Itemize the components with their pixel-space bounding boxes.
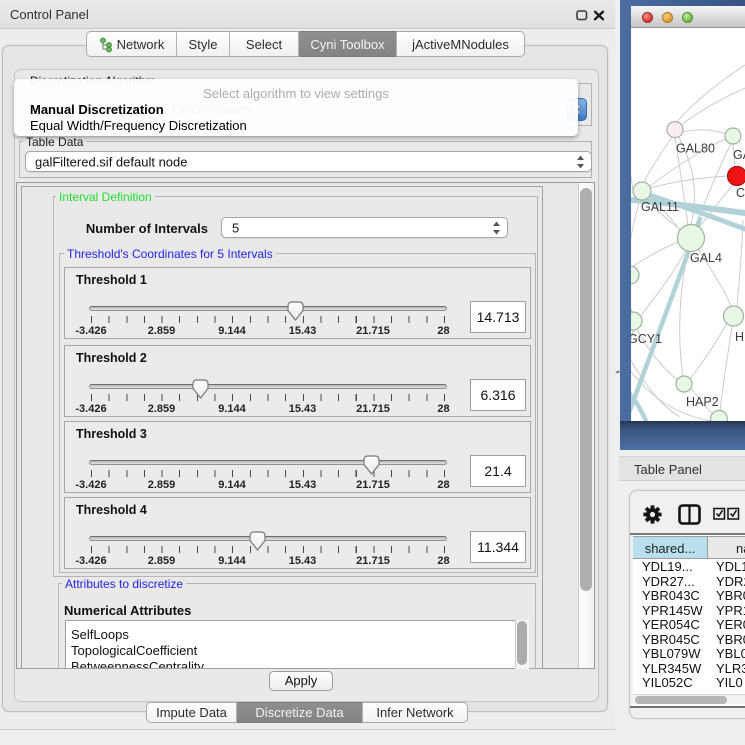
svg-text:C: C [736, 186, 745, 200]
svg-text:GAL4: GAL4 [690, 251, 722, 265]
svg-text:GAL11: GAL11 [641, 200, 679, 214]
svg-text:H: H [735, 330, 744, 344]
svg-text:GAL80: GAL80 [676, 142, 715, 156]
svg-text:HAP2: HAP2 [686, 395, 719, 409]
svg-text:GCY1: GCY1 [631, 332, 662, 346]
svg-text:GA: GA [733, 148, 745, 162]
